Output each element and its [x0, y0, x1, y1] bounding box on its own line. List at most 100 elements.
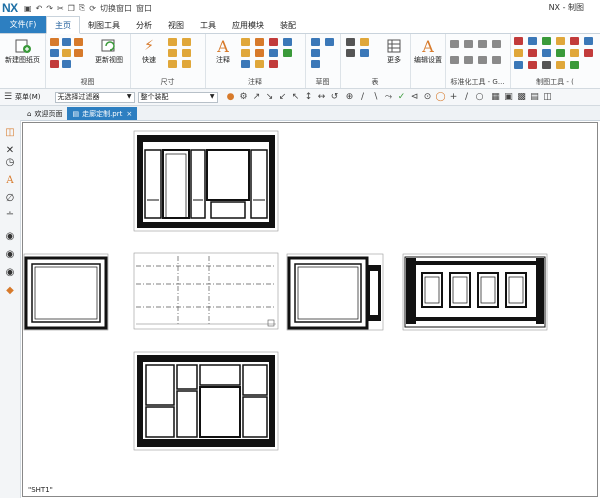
datum-icon[interactable]	[255, 38, 264, 46]
table-note-icon[interactable]	[346, 38, 355, 46]
draft-tool-7-icon[interactable]	[514, 49, 523, 57]
snap-5-icon[interactable]: ↕	[304, 92, 314, 102]
more-tools-icon[interactable]: ◫	[543, 92, 553, 102]
snap-1-icon[interactable]: ↗	[252, 92, 262, 102]
repeat-icon[interactable]: ⟳	[89, 4, 96, 13]
break-view-icon[interactable]	[62, 49, 71, 57]
view-icon[interactable]: ▦	[491, 92, 501, 102]
point-on-curve-icon[interactable]: +	[449, 92, 459, 102]
file-menu-tab[interactable]: 文件(F)	[0, 16, 46, 33]
visibility-icon[interactable]: ∸	[4, 208, 16, 220]
reuse-library-icon[interactable]: ◉	[4, 248, 16, 260]
draft-tool-6-icon[interactable]	[584, 37, 593, 45]
cut-icon[interactable]: ✂	[57, 4, 64, 13]
centerline-icon[interactable]	[283, 38, 292, 46]
linear-dim-icon[interactable]	[168, 38, 177, 46]
hamburger-icon[interactable]: ☰	[3, 92, 13, 102]
view-create-wizard-icon[interactable]	[50, 60, 59, 68]
window-button[interactable]: 窗口	[136, 3, 152, 14]
draft-tool-8-icon[interactable]	[528, 49, 537, 57]
select-icon[interactable]: ●	[226, 92, 236, 102]
history-icon[interactable]: ∅	[4, 192, 16, 204]
tab-tools[interactable]: 工具	[192, 17, 224, 33]
draft-tool-13-icon[interactable]	[514, 61, 523, 69]
snap-4-icon[interactable]: ↖	[291, 92, 301, 102]
update-view-button[interactable]: 更新视图	[91, 37, 127, 65]
save-icon[interactable]: ▣	[24, 4, 32, 13]
draft-tool-3-icon[interactable]	[542, 37, 551, 45]
more-button[interactable]: 更多	[382, 37, 406, 65]
tab-analysis[interactable]: 分析	[128, 17, 160, 33]
view-border-icon[interactable]	[74, 49, 83, 57]
copy-icon[interactable]: ❐	[68, 4, 75, 13]
close-icon[interactable]: ✕	[4, 144, 16, 156]
std-tool-7-icon[interactable]	[478, 56, 487, 64]
roles-icon[interactable]: ◆	[4, 284, 16, 296]
auto-balloon-icon[interactable]	[360, 49, 369, 57]
std-tool-5-icon[interactable]	[450, 56, 459, 64]
draft-tool-16-icon[interactable]	[556, 61, 565, 69]
annotation-icon[interactable]: A	[4, 174, 16, 186]
base-view-icon[interactable]	[50, 38, 59, 46]
sketch-icon[interactable]	[311, 38, 320, 46]
projected-view-icon[interactable]	[62, 38, 71, 46]
angular-dim-icon[interactable]	[168, 49, 177, 57]
std-tool-4-icon[interactable]	[492, 40, 501, 48]
draft-tool-15-icon[interactable]	[542, 61, 551, 69]
hole-table-icon[interactable]	[346, 49, 355, 57]
paste-icon[interactable]: ⎘	[79, 3, 85, 13]
chamfer-dim-icon[interactable]	[182, 49, 191, 57]
crosshatch-icon[interactable]	[283, 49, 292, 57]
snap-7-icon[interactable]: ↺	[330, 92, 340, 102]
selection-filter-dropdown[interactable]: 无选择过滤器 ▼	[54, 91, 135, 103]
standard-views-icon[interactable]	[62, 60, 71, 68]
symbol-icon[interactable]	[269, 38, 278, 46]
assembly-scope-dropdown[interactable]: 整个装配 ▼	[137, 91, 218, 103]
snap-3-icon[interactable]: ↙	[278, 92, 288, 102]
std-tool-3-icon[interactable]	[478, 40, 487, 48]
thickness-dim-icon[interactable]	[168, 60, 177, 68]
part-navigator-icon[interactable]: ◫	[4, 126, 16, 138]
intersection-icon[interactable]: ⊲	[410, 92, 420, 102]
std-tool-6-icon[interactable]	[464, 56, 473, 64]
snap-2-icon[interactable]: ↘	[265, 92, 275, 102]
quick-dimension-button[interactable]: ⚡ 快速	[134, 37, 164, 65]
edit-settings-button[interactable]: A 编辑设置	[413, 37, 443, 65]
tab-applications[interactable]: 应用模块	[224, 17, 272, 33]
note-button[interactable]: A 注释	[209, 37, 237, 65]
front-elevation-view[interactable]	[133, 130, 279, 232]
crosshair-icon[interactable]: ⊕	[345, 92, 355, 102]
std-tool-2-icon[interactable]	[464, 40, 473, 48]
system-materials-icon[interactable]: ◉	[4, 266, 16, 278]
tab-assembly[interactable]: 装配	[272, 17, 304, 33]
draft-tool-9-icon[interactable]	[542, 49, 551, 57]
constraint-navigator-icon[interactable]: ◷	[4, 156, 16, 168]
target-point-icon[interactable]	[269, 49, 278, 57]
parts-list-icon[interactable]	[360, 38, 369, 46]
midpoint-icon[interactable]: ⤳	[384, 92, 394, 102]
arc-length-dim-icon[interactable]	[182, 60, 191, 68]
std-tool-8-icon[interactable]	[492, 56, 501, 64]
line-icon[interactable]	[311, 49, 320, 57]
quadrant-icon[interactable]: ◯	[435, 92, 445, 102]
surface-finish-icon[interactable]	[241, 49, 250, 57]
arc-center-icon[interactable]: ○	[475, 92, 485, 102]
endpoint-icon[interactable]: ∖	[371, 92, 381, 102]
draft-tool-11-icon[interactable]	[570, 49, 579, 57]
balloon-icon[interactable]	[255, 60, 264, 68]
left-side-view[interactable]	[23, 253, 109, 331]
tab-view[interactable]: 视图	[160, 17, 192, 33]
tangent-icon[interactable]: ∕	[462, 92, 472, 102]
image-icon[interactable]	[241, 60, 250, 68]
draft-tool-2-icon[interactable]	[528, 37, 537, 45]
draft-tool-1-icon[interactable]	[514, 37, 523, 45]
part-file-tab[interactable]: ▤ 走廊定制.prt ×	[67, 107, 138, 120]
draft-tool-14-icon[interactable]	[528, 61, 537, 69]
fit-icon[interactable]: ▩	[517, 92, 527, 102]
plan-section-view[interactable]	[402, 253, 548, 331]
switch-window-button[interactable]: 切换窗口	[100, 3, 132, 14]
render-icon[interactable]: ▤	[530, 92, 540, 102]
region-fill-icon[interactable]	[269, 60, 278, 68]
sketch-settings-icon[interactable]	[325, 38, 334, 46]
radial-dim-icon[interactable]	[182, 38, 191, 46]
